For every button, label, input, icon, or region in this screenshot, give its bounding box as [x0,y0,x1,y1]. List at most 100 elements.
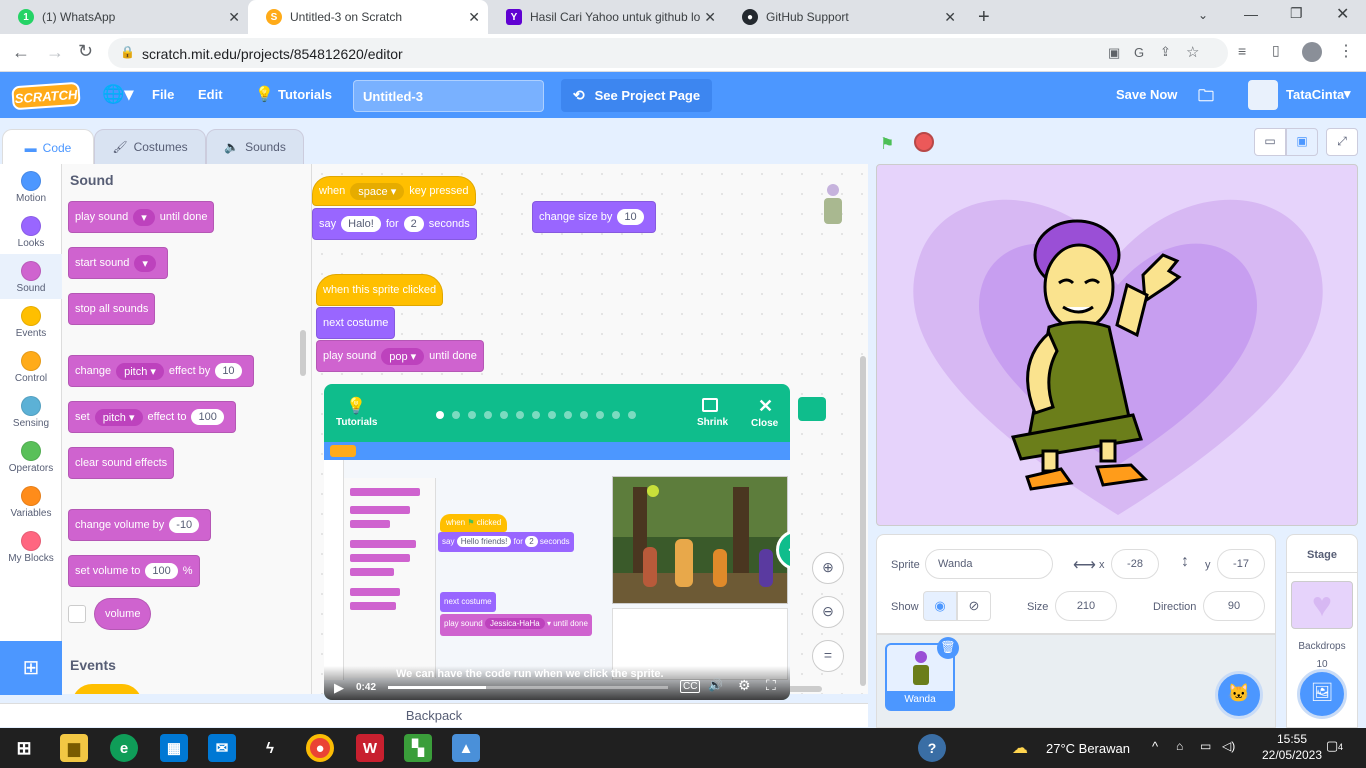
when-sprite-clicked-block[interactable]: when this sprite clicked [316,274,444,306]
app-bolt-icon[interactable]: ϟ [256,734,284,762]
tutorial-step-dot[interactable] [596,411,604,419]
translate-icon[interactable]: G [1134,45,1144,60]
minimize-icon[interactable]: — [1244,6,1258,22]
network-icon[interactable]: ⌂ [1176,739,1183,753]
set-effect-block[interactable]: set pitch ▾ effect to 100 [68,401,236,433]
sound-dropdown[interactable]: pop ▾ [381,347,425,365]
tutorial-step-dot[interactable] [436,411,444,419]
tab-whatsapp[interactable]: 1 (1) WhatsApp ✕ [0,0,248,34]
zoom-reset-icon[interactable]: = [812,640,844,672]
stage-target-pane[interactable]: Stage ♥ Backdrops 10 🖼 [1286,534,1358,728]
effect-dropdown[interactable]: pitch ▾ [94,408,143,426]
start-sound-block[interactable]: start sound ▾ [68,247,168,279]
choose-sprite-icon[interactable]: 🐱 [1215,671,1263,719]
sound-dropdown[interactable]: ▾ [133,208,155,226]
tab-scratch[interactable]: S Untitled-3 on Scratch ✕ [248,0,488,34]
popup-blocked-icon[interactable]: ▣ [1108,45,1120,61]
tutorial-step-dot[interactable] [628,411,636,419]
large-stage-icon[interactable]: ▣ [1286,128,1318,156]
close-tab-icon[interactable]: ✕ [468,9,480,26]
shrink-button[interactable]: Shrink [697,417,728,428]
clock-time[interactable]: 15:55 [1262,732,1322,746]
tutorial-step-dot[interactable] [532,411,540,419]
clear-sound-effects-block[interactable]: clear sound effects [68,447,175,479]
tab-costumes[interactable]: 🖌 Costumes [94,129,206,165]
username[interactable]: TataCinta [1286,87,1344,102]
save-now-button[interactable]: Save Now [1116,87,1177,102]
play-sound-until-done-script-block[interactable]: play sound pop ▾ until done [316,340,484,372]
change-volume-block[interactable]: change volume by -10 [68,509,212,541]
key-dropdown[interactable]: space ▾ [350,182,405,200]
delete-sprite-trash-icon[interactable]: 🗑 [937,637,959,659]
size-input[interactable]: 210 [1055,591,1117,621]
tutorial-step-dot[interactable] [516,411,524,419]
palette-scrollbar[interactable] [300,330,306,376]
close-icon[interactable]: ✕ [758,396,773,417]
x-input[interactable]: -28 [1111,549,1159,579]
omnibox[interactable]: 🔒 scratch.mit.edu/projects/854812620/edi… [108,38,1228,68]
battery-icon[interactable]: ▭ [1200,739,1211,753]
small-stage-icon[interactable]: ▭ [1254,128,1286,156]
wps-icon[interactable]: W [356,734,384,762]
language-globe-icon[interactable]: 🌐▾ [102,84,133,105]
tab-code[interactable]: ▬ Code [2,129,94,165]
sprite-name-input[interactable]: Wanda [925,549,1053,579]
text-input[interactable]: Halo! [341,216,381,232]
tray-chevron-icon[interactable]: ^ [1152,739,1158,754]
category-sound[interactable]: Sound [0,254,62,299]
file-menu[interactable]: File [152,87,174,102]
stop-icon[interactable] [914,132,934,152]
clock-date[interactable]: 22/05/2023 [1258,748,1326,762]
media-icon[interactable]: ≡ [1238,43,1246,59]
stop-all-sounds-block[interactable]: stop all sounds [68,293,156,325]
tab-yahoo[interactable]: Y Hasil Cari Yahoo untuk github log ✕ [488,0,724,34]
volume-checkbox[interactable] [68,605,86,623]
mail-icon[interactable]: ✉ [208,734,236,762]
set-volume-block[interactable]: set volume to 100% [68,555,200,587]
zoom-out-icon[interactable]: ⊖ [812,596,844,628]
show-visible-eye-icon[interactable]: ◉ [923,591,957,621]
edit-menu[interactable]: Edit [198,87,223,102]
app-grid-icon[interactable]: ▚ [404,734,432,762]
green-flag-icon[interactable]: ⚑ [880,134,894,154]
tutorial-video[interactable]: when ⚑ clicked say Hello friends! for 2 … [324,442,790,700]
chrome-icon[interactable]: ● [306,734,334,762]
captions-icon[interactable]: CC [680,680,701,693]
close-tab-icon[interactable]: ✕ [944,9,956,26]
back-icon[interactable]: ← [12,42,30,63]
settings-gear-icon[interactable]: ⚙ [738,677,751,694]
add-extension-icon[interactable]: ⊞ [0,641,62,695]
tutorial-step-dot[interactable] [468,411,476,419]
direction-input[interactable]: 90 [1203,591,1265,621]
tab-search-icon[interactable]: ⌄ [1198,8,1208,22]
close-window-icon[interactable]: ✕ [1336,4,1349,24]
category-variables[interactable]: Variables [0,479,62,524]
tutorial-step-dot[interactable] [548,411,556,419]
bookmark-star-icon[interactable]: ☆ [1186,43,1199,61]
help-icon[interactable]: ? [918,734,946,762]
effect-dropdown[interactable]: pitch ▾ [116,362,164,380]
tab-sounds[interactable]: 🔈 Sounds [206,129,304,165]
play-sound-until-done-block[interactable]: play sound ▾ until done [68,201,215,233]
profile-avatar[interactable] [1302,42,1322,62]
script-vertical-scrollbar[interactable] [860,356,866,686]
number-input[interactable]: -10 [169,517,200,533]
my-stuff-folder-icon[interactable]: 🗀 [1198,85,1214,112]
tab-github[interactable]: ● GitHub Support ✕ [724,0,964,34]
hide-eye-icon[interactable]: ⊘ [957,591,991,621]
tutorial-step-dot[interactable] [580,411,588,419]
number-input[interactable]: 100 [145,563,178,579]
when-key-pressed-block[interactable]: when space ▾ key pressed [312,176,476,206]
number-input[interactable]: 2 [403,216,424,232]
speaker-tray-icon[interactable]: ◁) [1222,739,1235,753]
notification-icon[interactable]: ▢ [1326,738,1338,754]
fullscreen-icon[interactable]: ⤢ [1326,128,1358,156]
category-sensing[interactable]: Sensing [0,389,62,434]
sound-dropdown[interactable]: ▾ [134,254,156,272]
scratch-logo[interactable]: SCRATCH [11,81,81,111]
share-icon[interactable]: ⇪ [1160,44,1171,60]
project-title-input[interactable]: Untitled-3 [353,80,544,112]
photos-icon[interactable]: ▲ [452,734,480,762]
user-avatar[interactable] [1248,80,1278,110]
category-control[interactable]: Control [0,344,62,389]
